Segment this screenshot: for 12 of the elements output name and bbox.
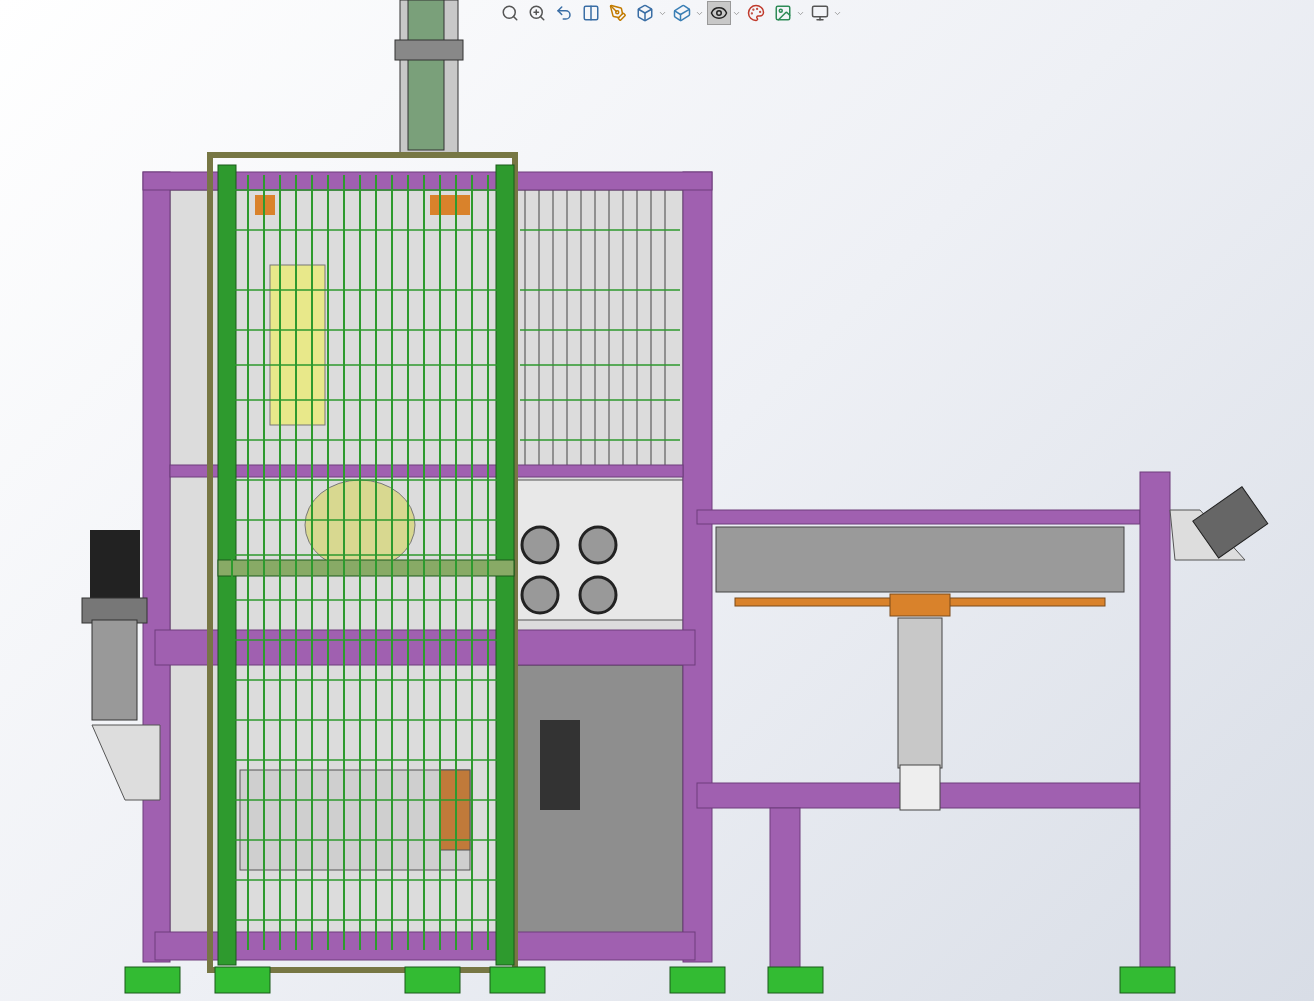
magnifier-icon: [501, 4, 519, 22]
cube-icon: [673, 4, 691, 22]
picture-icon: [774, 4, 792, 22]
zoom-icon: [528, 4, 546, 22]
toolbar-button[interactable]: [707, 1, 731, 25]
monitor-icon: [811, 4, 829, 22]
split-panel-icon: [582, 4, 600, 22]
cube-icon: [636, 4, 654, 22]
back-arrow-icon: [555, 4, 573, 22]
pen-icon: [609, 4, 627, 22]
eye-icon: [710, 4, 728, 22]
palette-icon: [747, 4, 765, 22]
